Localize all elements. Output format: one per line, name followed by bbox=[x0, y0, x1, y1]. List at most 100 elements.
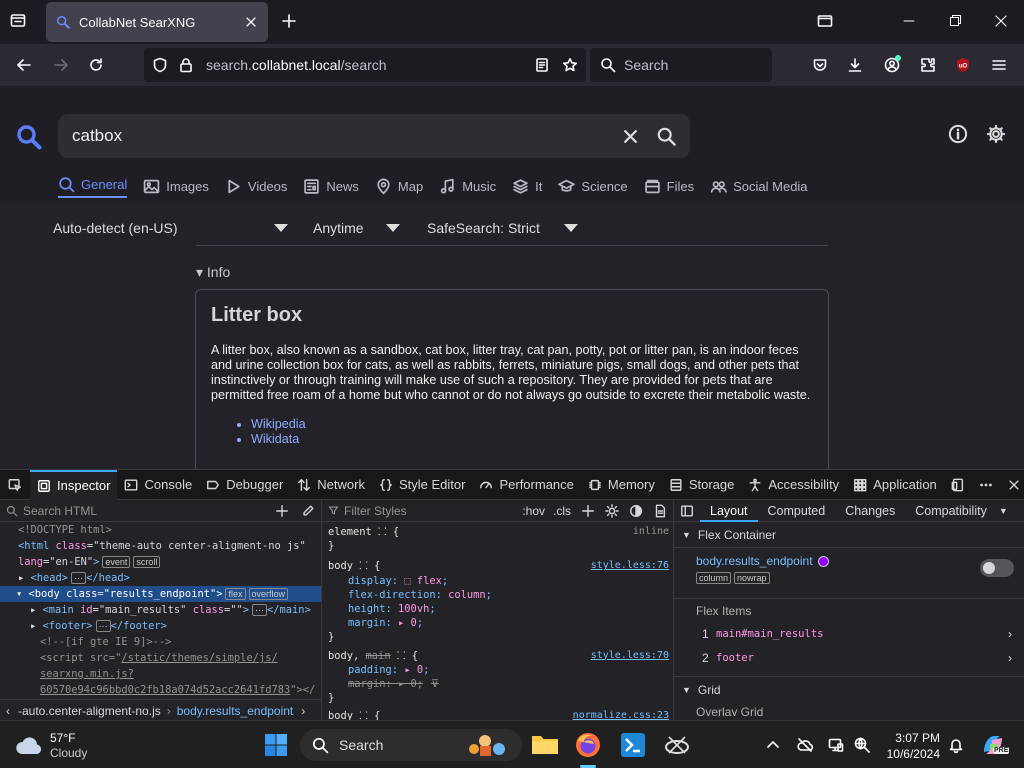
category-social-media[interactable]: Social Media bbox=[710, 174, 808, 198]
url-bar[interactable]: search.collabnet.local/search bbox=[144, 48, 586, 82]
rule-body[interactable]: body ⸬ {style.less:76 bbox=[322, 559, 673, 573]
grid-header[interactable]: ▼ Grid bbox=[674, 676, 1024, 702]
category-files[interactable]: Files bbox=[644, 174, 694, 198]
category-it[interactable]: It bbox=[512, 174, 542, 198]
tree-doctype[interactable]: <!DOCTYPE html> bbox=[0, 522, 321, 538]
close-devtools-icon[interactable] bbox=[1000, 470, 1024, 500]
notifications-bell-icon[interactable] bbox=[948, 737, 964, 753]
filter-styles-input[interactable]: Filter Styles bbox=[344, 504, 522, 518]
flex-item-2[interactable]: 2 footer › bbox=[674, 646, 1024, 670]
tab-searxng[interactable]: CollabNet SearXNG bbox=[46, 2, 268, 42]
decl-margin-overridden[interactable]: margin: ▸ 0; ⊽ bbox=[322, 677, 673, 691]
tab-style-editor[interactable]: Style Editor bbox=[372, 470, 472, 500]
decl-height[interactable]: height: 100vh; bbox=[322, 602, 673, 616]
category-general[interactable]: General bbox=[58, 174, 128, 198]
window-tabs-icon[interactable] bbox=[817, 13, 833, 29]
tree-main[interactable]: ▸ <main id="main_results" class=""> ⋯ </ma… bbox=[0, 602, 321, 618]
shield-icon[interactable] bbox=[152, 57, 168, 73]
flex-container-header[interactable]: ▼ Flex Container bbox=[674, 522, 1024, 548]
tab-computed[interactable]: Computed bbox=[758, 500, 836, 522]
breadcrumb-html[interactable]: -auto.center-aligment-no.js bbox=[18, 704, 161, 718]
chevron-left-icon[interactable]: ‹ bbox=[6, 704, 10, 718]
light-scheme-icon[interactable] bbox=[605, 503, 619, 518]
tree-head[interactable]: ▸ <head> ⋯ </head> bbox=[0, 570, 321, 586]
flex-element[interactable]: body.results_endpoint bbox=[696, 554, 813, 568]
print-media-icon[interactable] bbox=[653, 504, 667, 518]
flex-highlight-swatch[interactable] bbox=[817, 555, 829, 567]
weather-widget[interactable]: 57°F Cloudy bbox=[14, 731, 87, 761]
extensions-icon[interactable] bbox=[920, 57, 936, 73]
add-node-icon[interactable] bbox=[275, 504, 289, 518]
tab-storage[interactable]: Storage bbox=[662, 470, 742, 500]
tab-list-icon[interactable] bbox=[10, 12, 26, 28]
bookmark-star-icon[interactable] bbox=[562, 57, 578, 73]
responsive-design-icon[interactable] bbox=[944, 470, 972, 500]
taskbar-search[interactable]: Search bbox=[300, 729, 522, 761]
search-submit-icon[interactable] bbox=[657, 127, 676, 146]
pocket-icon[interactable] bbox=[812, 57, 828, 73]
tab-accessibility[interactable]: Accessibility bbox=[741, 470, 846, 500]
searxng-logo-icon[interactable] bbox=[16, 124, 42, 150]
query-box[interactable]: catbox bbox=[58, 114, 690, 158]
search-html-input[interactable]: Search HTML bbox=[23, 504, 275, 518]
rule-body-main[interactable]: body, main ⸬ {style.less:70 bbox=[322, 649, 673, 663]
ublock-icon[interactable]: uO bbox=[955, 57, 971, 73]
settings-gear-icon[interactable] bbox=[986, 124, 1006, 144]
toggle-sidebar-icon[interactable] bbox=[680, 504, 694, 518]
eyedropper-icon[interactable] bbox=[301, 504, 315, 518]
minimize-icon[interactable] bbox=[901, 13, 917, 29]
tree-script-src[interactable]: searxng.min.js? bbox=[0, 666, 321, 682]
tree-script-hash[interactable]: 60570e94c96bbd0c2fb18a074d52acc2641fd783… bbox=[0, 682, 321, 698]
close-window-icon[interactable] bbox=[993, 13, 1009, 29]
visual-studio-icon[interactable] bbox=[619, 731, 647, 759]
network-globe-icon[interactable] bbox=[854, 737, 870, 753]
tree-script[interactable]: <script src="/static/themes/simple/js/ bbox=[0, 650, 321, 666]
chevron-up-icon[interactable] bbox=[765, 737, 781, 753]
category-images[interactable]: Images bbox=[143, 174, 209, 198]
link-wikipedia[interactable]: Wikipedia bbox=[251, 417, 813, 432]
downloads-icon[interactable] bbox=[847, 57, 863, 73]
link-wikidata[interactable]: Wikidata bbox=[251, 432, 813, 447]
tab-layout[interactable]: Layout bbox=[700, 500, 758, 522]
copilot-icon[interactable]: PRE bbox=[980, 732, 1010, 758]
category-music[interactable]: Music bbox=[439, 174, 496, 198]
search-bar[interactable]: Search bbox=[590, 48, 772, 82]
decl-margin[interactable]: margin: ▸ 0; bbox=[322, 616, 673, 630]
decl-flex-direction[interactable]: flex-direction: column; bbox=[322, 588, 673, 602]
tab-compatibility[interactable]: Compatibility bbox=[905, 500, 997, 522]
reload-icon[interactable] bbox=[88, 57, 104, 73]
hov-toggle[interactable]: :hov bbox=[522, 504, 545, 518]
tree-footer[interactable]: ▸ <footer> ⋯ </footer> bbox=[0, 618, 321, 634]
tree-comment[interactable]: <!--[if gte IE 9]>--> bbox=[0, 634, 321, 650]
network-app-icon[interactable] bbox=[663, 731, 691, 759]
more-options-icon[interactable] bbox=[972, 470, 1000, 500]
tab-performance[interactable]: Performance bbox=[472, 470, 580, 500]
query-input[interactable]: catbox bbox=[72, 126, 604, 146]
reader-view-icon[interactable] bbox=[534, 57, 550, 73]
file-explorer-icon[interactable] bbox=[531, 732, 559, 756]
time-range-select[interactable]: Anytime bbox=[313, 220, 400, 236]
safesearch-select[interactable]: SafeSearch: Strict bbox=[427, 220, 578, 236]
account-icon[interactable] bbox=[884, 55, 901, 73]
tab-application[interactable]: Application bbox=[846, 470, 944, 500]
maximize-icon[interactable] bbox=[947, 13, 963, 29]
decl-display[interactable]: display: ⬚ flex; bbox=[322, 574, 673, 588]
back-icon[interactable] bbox=[16, 57, 32, 73]
close-tab-icon[interactable] bbox=[244, 15, 258, 29]
tab-console[interactable]: Console bbox=[117, 470, 199, 500]
display-icon[interactable] bbox=[828, 737, 844, 753]
decl-padding[interactable]: padding: ▸ 0; bbox=[322, 663, 673, 677]
tab-memory[interactable]: Memory bbox=[581, 470, 662, 500]
chevron-right-icon[interactable]: › bbox=[301, 704, 305, 718]
element-picker-icon[interactable] bbox=[0, 470, 30, 500]
new-tab-icon[interactable] bbox=[281, 13, 297, 29]
chevron-down-icon[interactable]: ▼ bbox=[999, 506, 1008, 516]
add-rule-icon[interactable] bbox=[581, 504, 595, 518]
lock-icon[interactable] bbox=[178, 57, 194, 73]
cls-toggle[interactable]: .cls bbox=[553, 504, 571, 518]
info-toggle[interactable]: ▾ Info bbox=[196, 264, 230, 281]
breadcrumb-body[interactable]: body.results_endpoint bbox=[177, 704, 294, 718]
language-select[interactable]: Auto-detect (en-US) bbox=[53, 220, 288, 236]
category-news[interactable]: News bbox=[303, 174, 359, 198]
windows-start-icon[interactable] bbox=[264, 733, 288, 757]
